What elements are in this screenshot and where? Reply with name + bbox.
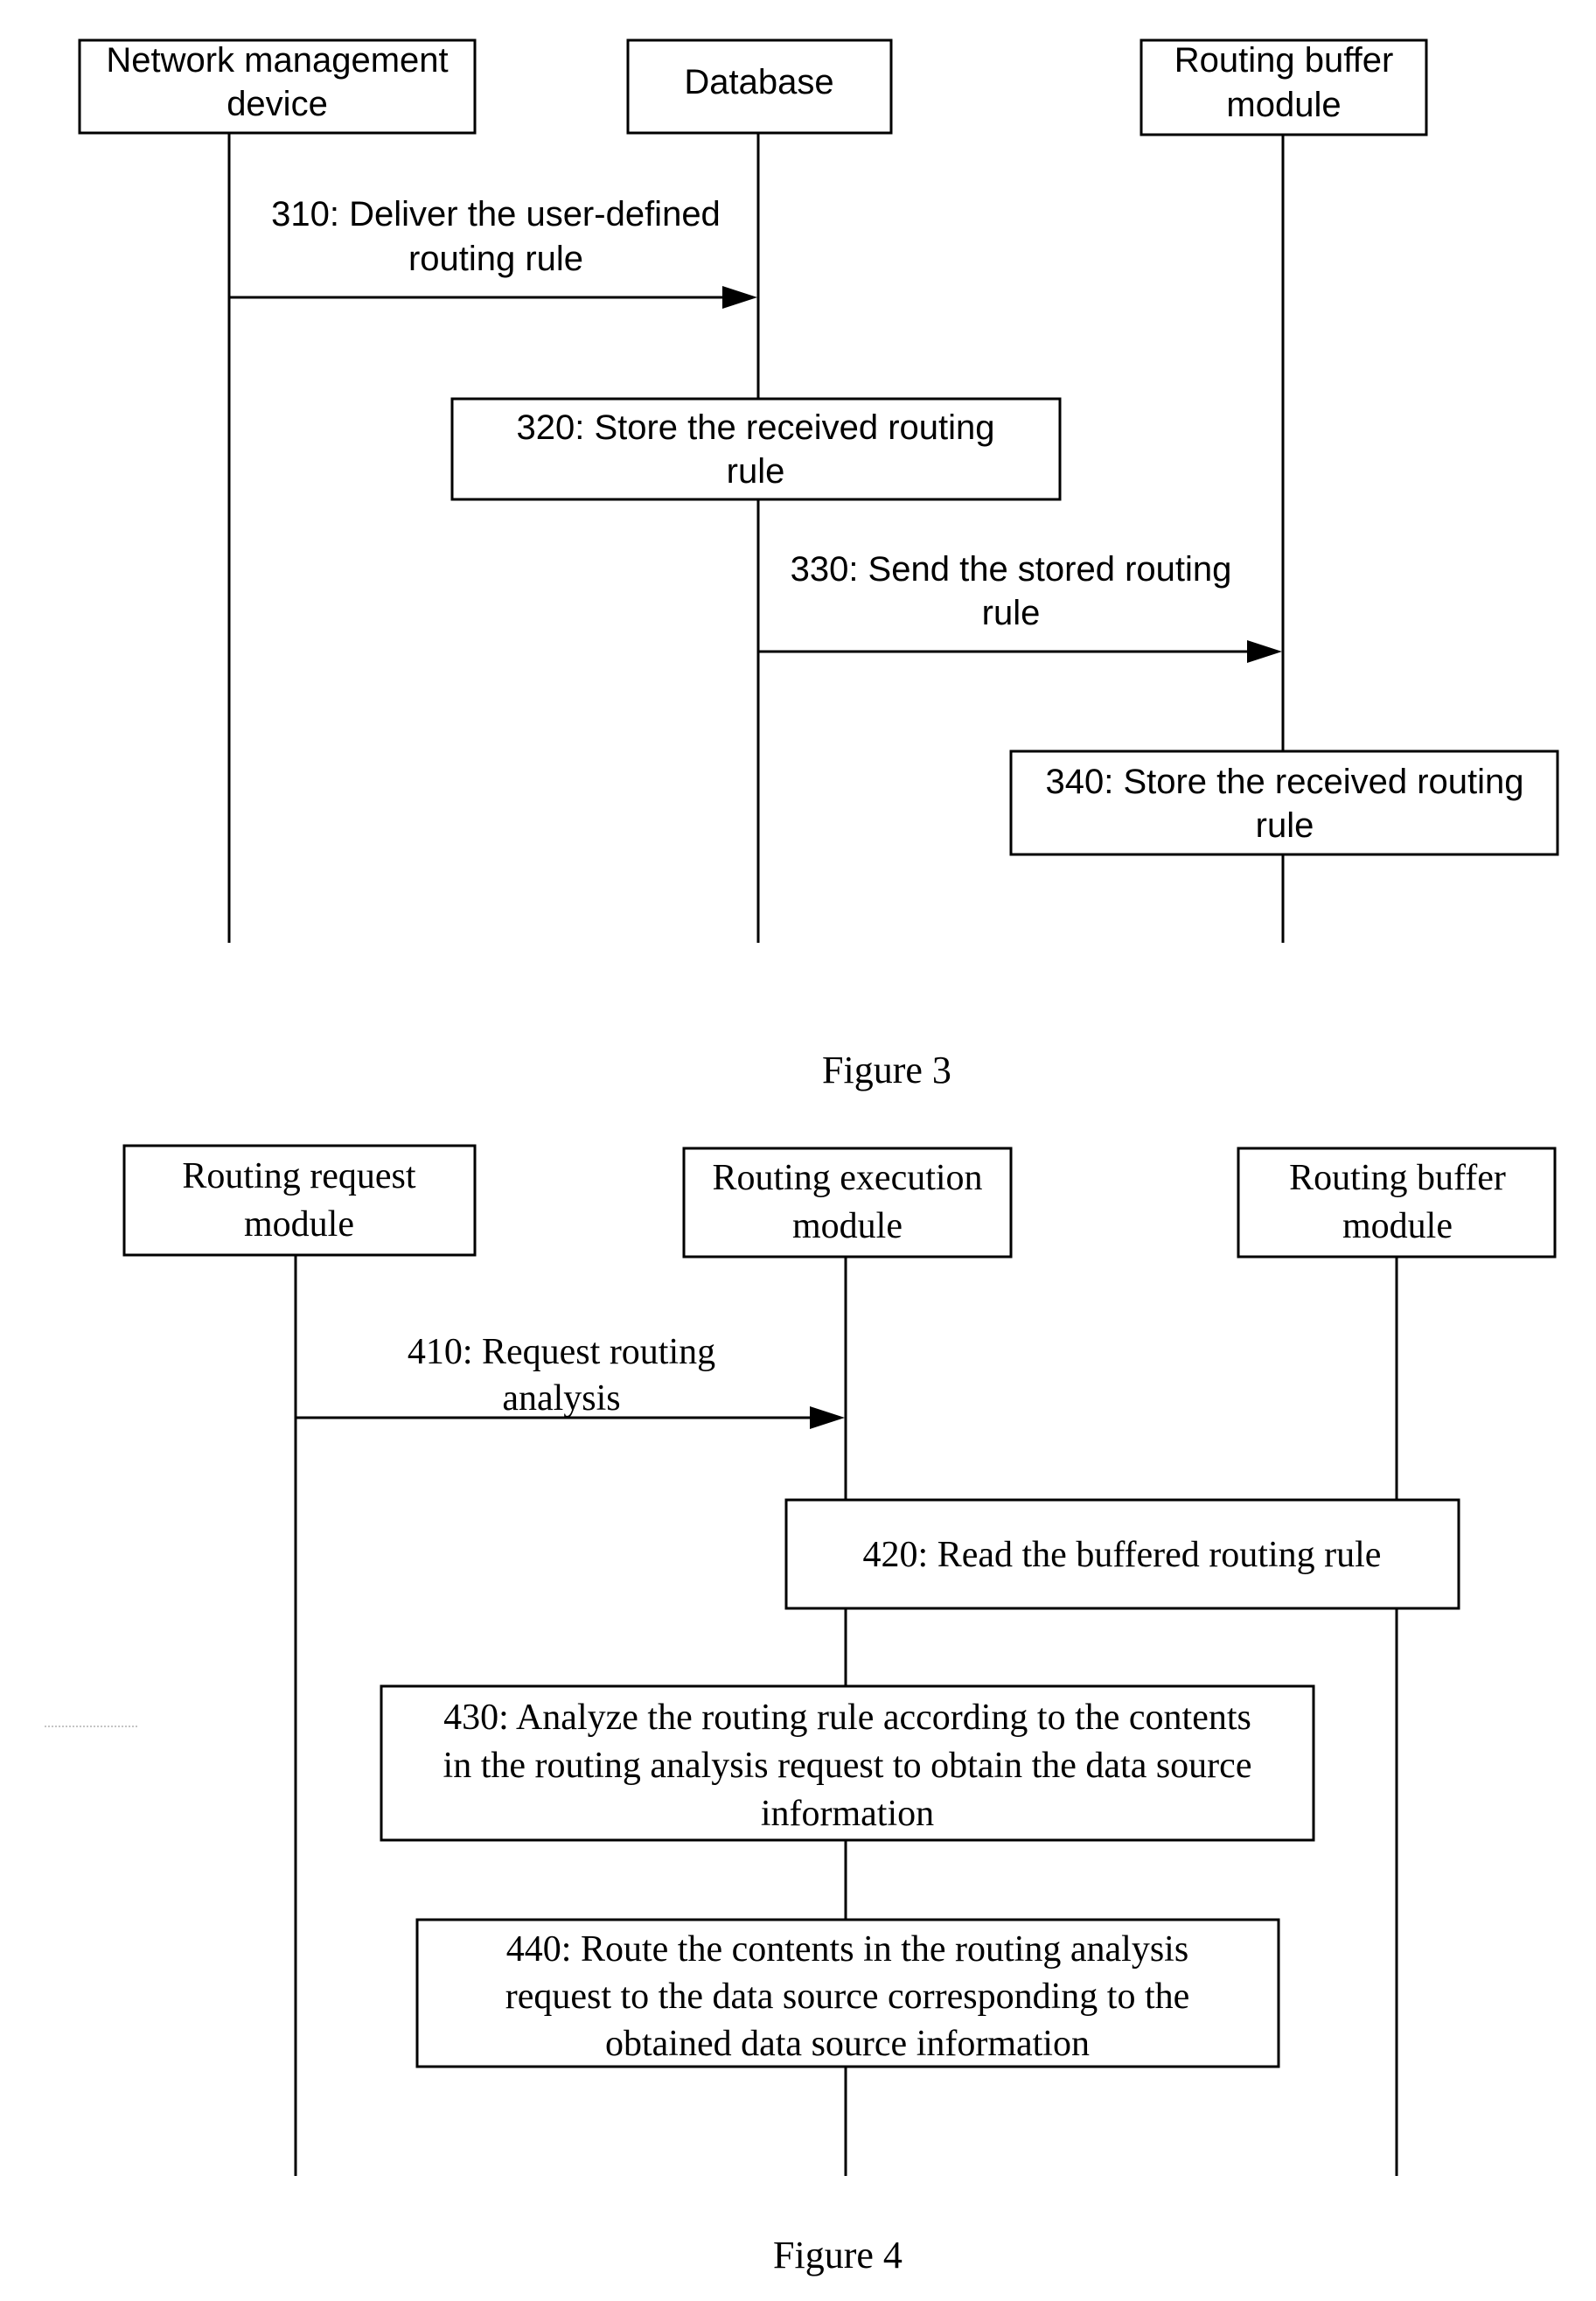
participant-label-line: Routing buffer [1289, 1158, 1506, 1198]
figure-3: Network management device Database Routi… [78, 38, 1559, 1091]
participant-label-line: Routing execution [712, 1158, 982, 1198]
participant-network-management-device: Network management device [78, 38, 477, 135]
action-420: 420: Read the buffered routing rule [784, 1498, 1460, 1610]
participant-label-line: module [244, 1204, 354, 1245]
figure-caption: Figure 3 [822, 1049, 951, 1091]
participant-label-line: Routing request [182, 1156, 415, 1196]
message-410: 410: Request routing analysis [296, 1332, 845, 1429]
participant-routing-buffer-module: Routing buffer module [1140, 38, 1428, 136]
participant-label-line: module [792, 1206, 903, 1246]
action-label-line: obtained data source information [605, 2024, 1090, 2064]
action-320: 320: Store the received routing rule [450, 397, 1062, 501]
message-label-line: 330: Send the stored routing [791, 550, 1232, 589]
action-label-line: rule [1256, 806, 1314, 845]
message-label-line: 310: Deliver the user-defined [271, 195, 721, 234]
participant-label-line: module [1226, 86, 1341, 124]
action-label-line: 440: Route the contents in the routing a… [506, 1929, 1188, 1970]
participant-label-line: module [1342, 1206, 1453, 1246]
message-label-line: routing rule [408, 240, 583, 278]
participant-label-line: Database [684, 63, 833, 101]
action-430: 430: Analyze the routing rule according … [380, 1684, 1315, 1842]
participant-label-line: Routing buffer [1174, 41, 1394, 80]
participant-database: Database [626, 38, 893, 135]
action-340: 340: Store the received routing rule [1009, 750, 1559, 856]
action-label-line: 320: Store the received routing [516, 408, 994, 447]
message-label-line: analysis [502, 1378, 620, 1419]
action-label-line: 430: Analyze the routing rule according … [443, 1698, 1251, 1738]
arrowhead-icon [810, 1406, 845, 1429]
figure-caption: Figure 4 [773, 2234, 903, 2277]
action-label-line: in the routing analysis request to obtai… [443, 1746, 1252, 1786]
participant-label-line: device [227, 85, 328, 123]
action-label-line: 340: Store the received routing [1045, 763, 1523, 801]
participant-label-line: Network management [106, 41, 448, 80]
action-440: 440: Route the contents in the routing a… [415, 1918, 1280, 2068]
participant-routing-execution-module: Routing execution module [682, 1147, 1013, 1259]
action-label-line: information [761, 1794, 934, 1834]
arrowhead-icon [1247, 640, 1282, 663]
message-310: 310: Deliver the user-defined routing ru… [229, 195, 757, 309]
message-330: 330: Send the stored routing rule [758, 550, 1282, 663]
message-label-line: 410: Request routing [408, 1332, 715, 1372]
message-label-line: rule [982, 594, 1041, 632]
action-label-line: request to the data source corresponding… [505, 1977, 1190, 2017]
figure-4: Routing request module Routing execution… [45, 1144, 1557, 2277]
sequence-diagrams: Network management device Database Routi… [45, 38, 1559, 2277]
participant-routing-buffer-module-fig4: Routing buffer module [1237, 1147, 1557, 1259]
arrowhead-icon [722, 286, 757, 309]
participant-routing-request-module: Routing request module [122, 1144, 477, 1257]
action-label-line: rule [727, 452, 785, 491]
action-label-line: 420: Read the buffered routing rule [863, 1535, 1382, 1575]
